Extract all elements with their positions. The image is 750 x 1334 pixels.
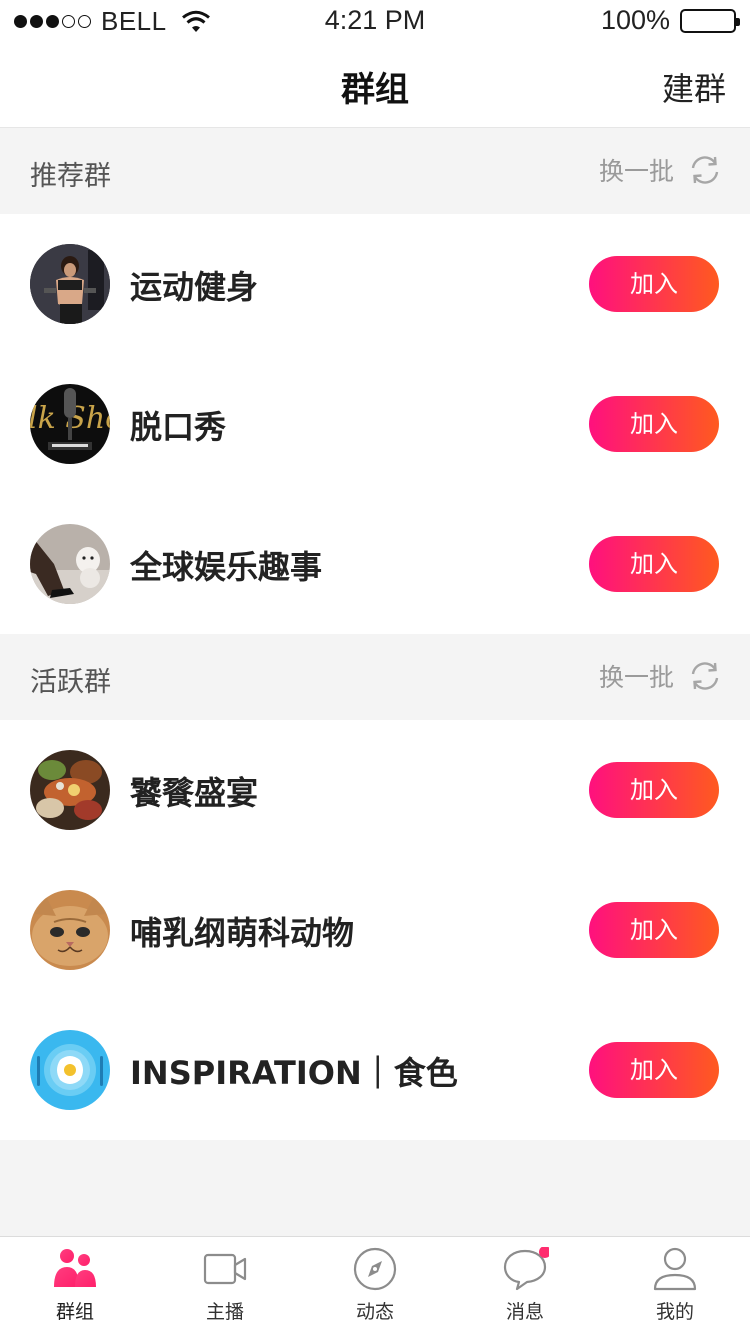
- refresh-icon: [691, 156, 719, 184]
- battery-percent: 100%: [600, 5, 670, 35]
- refresh-active-button[interactable]: 换一批: [599, 658, 722, 694]
- join-button[interactable]: 加入: [589, 1042, 719, 1098]
- video-camera-icon: [203, 1253, 247, 1285]
- group-name: 全球娱乐趣事: [130, 548, 323, 586]
- avatar: [30, 244, 110, 324]
- status-bar: BELL 4:21 PM 100%: [0, 0, 750, 40]
- group-name: 脱口秀: [130, 408, 227, 446]
- active-group-list: 饕餮盛宴 加入 哺乳纲萌科动物 加入 INSPIRATION｜食色 加入: [0, 720, 750, 1140]
- section-title: 推荐群: [30, 161, 111, 192]
- list-item[interactable]: 全球娱乐趣事 加入: [0, 494, 750, 634]
- avatar: [30, 524, 110, 604]
- tab-bar: 群组 主播 动态 消息 我的: [0, 1236, 750, 1334]
- create-group-button[interactable]: 建群: [662, 64, 726, 110]
- tab-groups[interactable]: 群组: [0, 1237, 150, 1334]
- list-item[interactable]: lk Sho 脱口秀 加入: [0, 354, 750, 494]
- list-item[interactable]: 哺乳纲萌科动物 加入: [0, 860, 750, 1000]
- group-name: INSPIRATION｜食色: [130, 1054, 458, 1092]
- avatar: [30, 1030, 110, 1110]
- section-title: 活跃群: [30, 667, 111, 698]
- group-icon: [54, 1249, 96, 1287]
- tab-anchors[interactable]: 主播: [150, 1237, 300, 1334]
- tab-moments[interactable]: 动态: [300, 1237, 450, 1334]
- list-item[interactable]: 运动健身 加入: [0, 214, 750, 354]
- list-item[interactable]: INSPIRATION｜食色 加入: [0, 1000, 750, 1140]
- battery-icon: [680, 8, 740, 33]
- section-header-recommended: 推荐群 换一批: [0, 128, 750, 214]
- refresh-icon: [691, 662, 719, 690]
- list-item[interactable]: 饕餮盛宴 加入: [0, 720, 750, 860]
- section-header-active: 活跃群 换一批: [0, 634, 750, 720]
- tab-profile[interactable]: 我的: [600, 1237, 750, 1334]
- page-title: 群组: [341, 70, 409, 110]
- recommended-group-list: 运动健身 加入 lk Sho 脱口秀 加入: [0, 214, 750, 634]
- compass-icon: [353, 1247, 397, 1291]
- join-button[interactable]: 加入: [589, 536, 719, 592]
- tab-label: 消息: [505, 1301, 544, 1323]
- tab-messages[interactable]: 消息: [450, 1237, 600, 1334]
- group-name: 哺乳纲萌科动物: [130, 914, 355, 952]
- avatar: lk Sho: [30, 384, 110, 464]
- status-right: 100%: [600, 5, 740, 36]
- tab-label: 主播: [205, 1301, 244, 1323]
- tab-label: 群组: [55, 1301, 94, 1323]
- refresh-recommended-button[interactable]: 换一批: [599, 152, 722, 188]
- group-name: 饕餮盛宴: [130, 774, 259, 812]
- tab-label: 动态: [355, 1301, 394, 1323]
- person-icon: [653, 1247, 697, 1291]
- join-button[interactable]: 加入: [589, 902, 719, 958]
- refresh-label: 换一批: [598, 157, 674, 186]
- avatar: [30, 890, 110, 970]
- join-button[interactable]: 加入: [589, 396, 719, 452]
- avatar: [30, 750, 110, 830]
- chat-bubble-icon: [503, 1247, 549, 1291]
- join-button[interactable]: 加入: [589, 762, 719, 818]
- refresh-label: 换一批: [598, 663, 674, 692]
- group-name: 运动健身: [130, 268, 259, 306]
- join-button[interactable]: 加入: [589, 256, 719, 312]
- tab-label: 我的: [655, 1301, 694, 1323]
- navigation-bar: 群组 建群: [0, 40, 750, 128]
